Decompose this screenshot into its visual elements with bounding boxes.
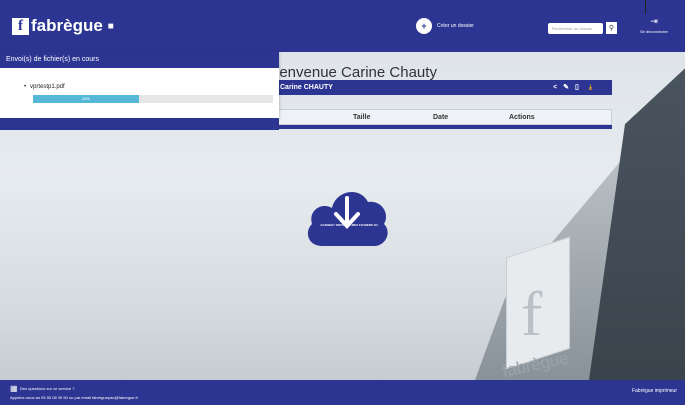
upload-progress-fill: 44% [33, 95, 139, 103]
footer-contact: Appelez-nous au 05 55 08 39 50 ou par em… [10, 395, 138, 400]
grid-icon: ▦ [10, 384, 18, 393]
folder-actions: <✎▯ ⤓ [553, 83, 598, 92]
upload-file-name: vprtestp1.pdf [24, 84, 65, 90]
share-icon[interactable]: < [553, 84, 563, 91]
column-actions: Actions [509, 114, 535, 121]
logo-mark: f [12, 17, 29, 35]
download-icon[interactable]: ⤓ [589, 84, 598, 91]
create-folder-icon: + [416, 18, 432, 34]
footer-question: Des questions sur ce service ? [20, 386, 75, 391]
column-date: Date [433, 114, 449, 121]
top-bar: f fabrègue ■ + Créer un dossier Recherch… [0, 0, 685, 52]
create-folder-button[interactable]: + Créer un dossier [416, 18, 474, 34]
upload-panel-footer [0, 118, 279, 130]
logo-text: fabrègue [31, 16, 103, 35]
logo-dots: ■ [107, 20, 114, 32]
user-folder-name: Carine CHAUTY [280, 84, 333, 91]
search-input[interactable]: Rechercher un dossier [548, 23, 603, 34]
welcome-title: Bienvenue Carine Chauty [266, 64, 437, 81]
logout-icon: ⇥ [650, 16, 658, 26]
footer: ▦ Des questions sur ce service ? Appelez… [0, 380, 685, 405]
create-folder-label: Créer un dossier [437, 23, 474, 29]
upload-progress-panel: Envoi(s) de fichier(s) en cours vprtestp… [0, 52, 279, 130]
logout-button[interactable]: ⇥ Se déconnecter [631, 16, 677, 34]
delete-icon[interactable]: ▯ [575, 84, 585, 91]
upload-panel-title: Envoi(s) de fichier(s) en cours [0, 52, 279, 68]
footer-brand[interactable]: Fabrègue imprimeur [632, 388, 677, 394]
upload-drop-label: GLISSER / DEPOSER MES FICHIERS ICI [320, 223, 378, 227]
cloud-upload-icon[interactable] [304, 180, 390, 252]
search-icon[interactable]: ⚲ [606, 22, 617, 34]
upload-progress-bar: 44% [33, 95, 273, 103]
edit-icon[interactable]: ✎ [563, 84, 575, 91]
logo[interactable]: f fabrègue ■ [12, 16, 114, 36]
column-size: Taille [353, 114, 371, 121]
background-sign-mark: f [521, 278, 543, 349]
logout-label: Se déconnecter [639, 29, 669, 34]
